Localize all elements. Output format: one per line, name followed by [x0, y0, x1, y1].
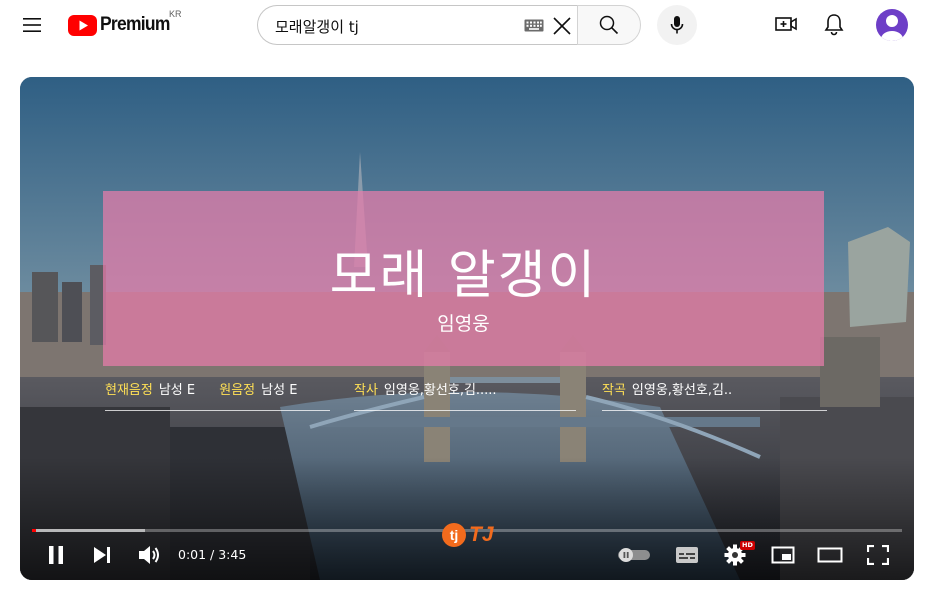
- next-button[interactable]: [88, 539, 116, 571]
- theater-mode-icon: [817, 547, 843, 563]
- time-display: 0:01 / 3:45: [178, 547, 247, 562]
- video-player[interactable]: 모래 알갱이 임영웅 현재음정 남성 E 원음정 남성 E 작사 임영웅,황선호,김.…: [20, 77, 914, 580]
- tj-wordmark: TJ: [469, 523, 494, 546]
- original-key-value: 남성 E: [261, 383, 298, 398]
- miniplayer-icon: [771, 546, 795, 564]
- lyricist-value: 임영웅,황선호,김.....: [383, 383, 497, 398]
- guide-menu-button[interactable]: [14, 8, 50, 42]
- avatar[interactable]: [876, 9, 908, 41]
- create-icon: [775, 17, 797, 31]
- theater-mode-button[interactable]: [815, 539, 845, 571]
- composer-value: 임영웅,황선호,김..: [631, 383, 733, 398]
- progress-buffered: [32, 529, 146, 532]
- notifications-button[interactable]: [818, 8, 850, 40]
- subtitles-button[interactable]: [672, 539, 702, 571]
- bell-icon: [824, 14, 844, 36]
- mute-button[interactable]: [134, 539, 164, 571]
- current-key-label: 현재음정: [105, 383, 153, 398]
- youtube-premium-logo[interactable]: Premium: [68, 12, 176, 38]
- current-key-value: 남성 E: [158, 383, 196, 398]
- tj-media-logo: tj TJ: [441, 522, 494, 548]
- masthead: Premium KR: [0, 0, 933, 50]
- voice-search-button[interactable]: [657, 5, 697, 45]
- fullscreen-button[interactable]: [863, 539, 893, 571]
- svg-text:tj: tj: [450, 527, 459, 543]
- pause-icon: [49, 546, 63, 564]
- lyricist-label: 작사: [354, 383, 378, 398]
- composer-info: 작곡 임영웅,황선호,김..: [602, 377, 827, 411]
- volume-icon: [139, 546, 159, 564]
- lyricist-info: 작사 임영웅,황선호,김.....: [354, 377, 576, 411]
- key-info: 현재음정 남성 E 원음정 남성 E: [105, 377, 330, 411]
- country-code: KR: [169, 9, 182, 19]
- progress-played: [32, 529, 37, 532]
- song-title: 모래 알갱이: [329, 246, 598, 306]
- autoplay-toggle-icon: [618, 548, 650, 562]
- youtube-play-logo-icon: [68, 14, 97, 36]
- mic-icon: [670, 16, 684, 34]
- hd-badge: HD: [740, 541, 755, 550]
- avatar-person-icon: [881, 15, 903, 41]
- search-box: [257, 5, 578, 45]
- logo-wordmark: Premium: [100, 14, 170, 35]
- lyrics-title-card: 모래 알갱이 임영웅: [103, 191, 824, 366]
- next-icon: [94, 547, 110, 563]
- pause-button[interactable]: [42, 539, 70, 571]
- search-button[interactable]: [577, 5, 641, 45]
- fullscreen-icon: [867, 545, 889, 565]
- close-icon[interactable]: [551, 15, 573, 37]
- search-icon: [599, 15, 619, 35]
- autoplay-toggle[interactable]: [614, 539, 654, 571]
- menu-icon: [23, 18, 41, 32]
- search-input[interactable]: [275, 15, 505, 37]
- subtitles-icon: [676, 547, 698, 563]
- composer-label: 작곡: [602, 383, 626, 398]
- song-artist: 임영웅: [437, 313, 490, 335]
- keyboard-icon[interactable]: [524, 19, 544, 32]
- create-button[interactable]: [770, 8, 802, 40]
- tj-logo-icon: tj: [442, 523, 466, 547]
- original-key-label: 원음정: [219, 383, 256, 398]
- miniplayer-button[interactable]: [768, 539, 798, 571]
